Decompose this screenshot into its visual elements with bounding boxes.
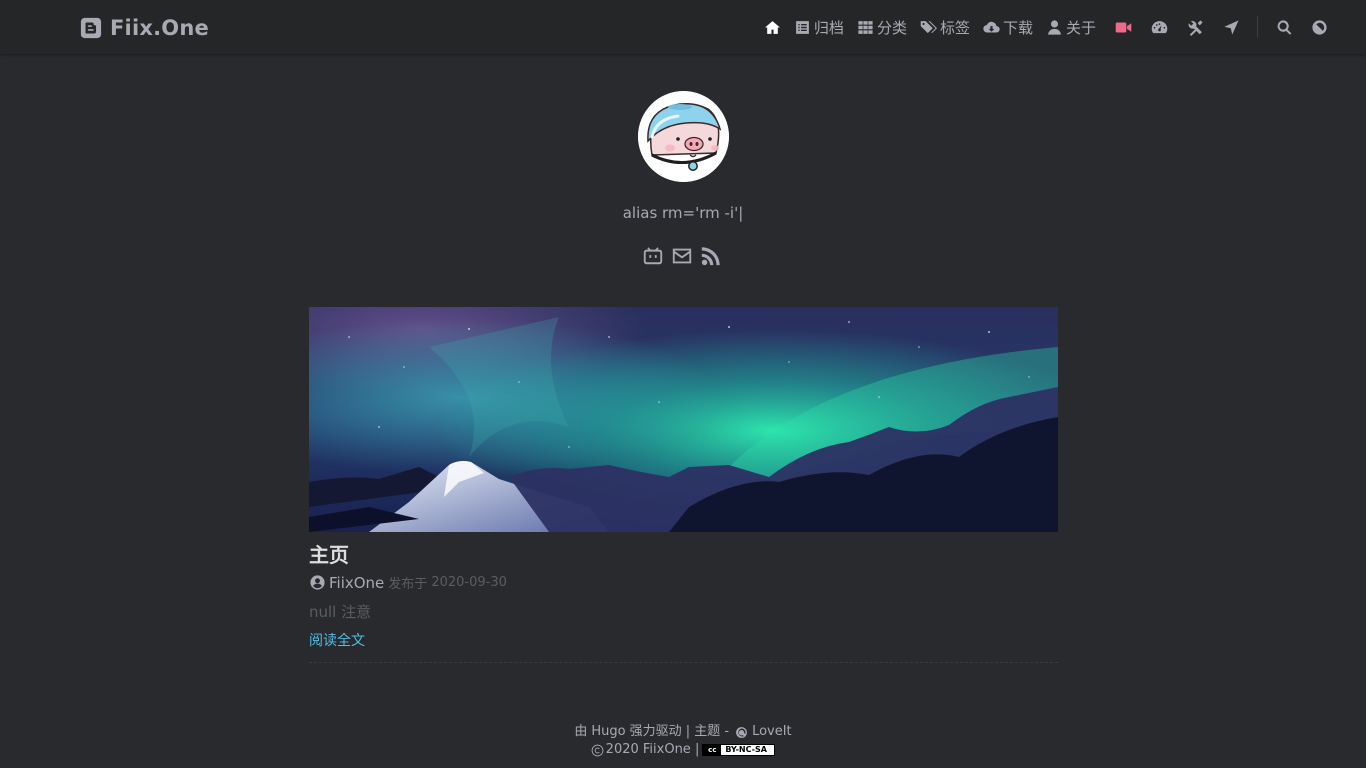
- search-button[interactable]: [1276, 19, 1293, 36]
- hugo-link[interactable]: Hugo: [591, 723, 625, 741]
- email-link[interactable]: [671, 245, 693, 267]
- nav-download-label: 下载: [1002, 18, 1033, 37]
- nav-divider: [1257, 16, 1258, 38]
- nav-dashboard[interactable]: [1151, 19, 1168, 36]
- footer-powered-prefix: 由: [574, 724, 588, 739]
- tools-icon: [1188, 19, 1203, 36]
- post-summary: null 注意: [309, 603, 372, 621]
- post-cover-image[interactable]: [309, 307, 1058, 532]
- copyright-icon: [591, 744, 604, 756]
- nav-about-label: 关于: [1065, 18, 1096, 37]
- nav-archive[interactable]: 归档: [794, 17, 844, 38]
- site-logo[interactable]: Fiix.One: [80, 14, 209, 42]
- nav-categories-label: 分类: [876, 18, 907, 37]
- nav-location[interactable]: [1223, 19, 1240, 36]
- site-header: Fiix.One 归档 分类 标签 下载 关于: [0, 0, 1366, 54]
- grid-icon: [858, 20, 873, 34]
- read-more-link[interactable]: 阅读全文: [309, 630, 1058, 650]
- cloud-download-icon: [983, 21, 1000, 32]
- post-date: 2020-09-30: [431, 575, 507, 590]
- search-icon: [1277, 19, 1292, 35]
- license-text: BY-NC-SA: [725, 745, 767, 754]
- post-published-label: 发布于: [388, 577, 428, 592]
- main-nav: 归档 分类 标签 下载 关于: [751, 0, 1328, 54]
- site-title: Fiix.One: [110, 16, 209, 40]
- user-circle-icon: [310, 575, 325, 590]
- loveit-theme-link[interactable]: LoveIt: [752, 723, 792, 741]
- site-subtitle: alias rm='rm -i'|: [622, 204, 744, 222]
- dashboard-icon: [1151, 20, 1168, 33]
- home-icon: [764, 20, 780, 34]
- location-arrow-icon: [1224, 19, 1239, 35]
- nav-about[interactable]: 关于: [1046, 17, 1096, 38]
- bilibili-icon: [643, 247, 663, 265]
- user-icon: [1048, 19, 1061, 35]
- bilibili-link[interactable]: [642, 245, 664, 267]
- nav-archive-label: 归档: [813, 18, 844, 37]
- theme-switch-icon: [1312, 19, 1327, 35]
- social-links: [642, 245, 729, 267]
- site-footer: 由 Hugo 强力驱动 | 主题 - LoveIt 2020 FiixOne |…: [0, 723, 1366, 759]
- video-icon: [1115, 22, 1132, 32]
- pig-helmet-avatar-icon: [638, 91, 729, 182]
- footer-powered-line: 由 Hugo 强力驱动 | 主题 - LoveIt: [0, 723, 1366, 741]
- cc-icon: cc: [703, 745, 722, 755]
- avatar[interactable]: [638, 91, 729, 182]
- footer-copyright-text: 2020 FiixOne |: [605, 742, 700, 757]
- rss-icon: [701, 247, 720, 266]
- post-author-name: FiixOne: [329, 573, 385, 592]
- archive-icon: [796, 20, 809, 34]
- post-title[interactable]: 主页: [309, 541, 1058, 569]
- post-meta: FiixOne 发布于 2020-09-30: [309, 573, 1058, 592]
- post-card: 主页 FiixOne 发布于 2020-09-30 null 注意 阅读全文: [309, 307, 1058, 663]
- nav-categories[interactable]: 分类: [857, 17, 907, 38]
- rss-link[interactable]: [700, 245, 722, 267]
- nav-tools[interactable]: [1187, 19, 1204, 36]
- theme-switch-button[interactable]: [1311, 19, 1328, 36]
- nav-tags[interactable]: 标签: [920, 17, 970, 38]
- theme-logo-icon: [736, 726, 747, 738]
- nav-video[interactable]: [1115, 19, 1132, 36]
- blogger-icon: [80, 17, 102, 39]
- tags-icon: [920, 20, 937, 33]
- post-author[interactable]: FiixOne: [309, 574, 384, 592]
- nav-download[interactable]: 下载: [983, 17, 1033, 38]
- post-divider: [309, 662, 1058, 663]
- email-icon: [672, 248, 692, 264]
- nav-tags-label: 标签: [939, 18, 970, 37]
- footer-powered-suffix: 强力驱动 | 主题 -: [629, 724, 730, 739]
- footer-copyright-line: 2020 FiixOne | cc BY-NC-SA: [0, 741, 1366, 759]
- license-badge[interactable]: cc BY-NC-SA: [702, 744, 776, 756]
- nav-home[interactable]: [764, 19, 781, 36]
